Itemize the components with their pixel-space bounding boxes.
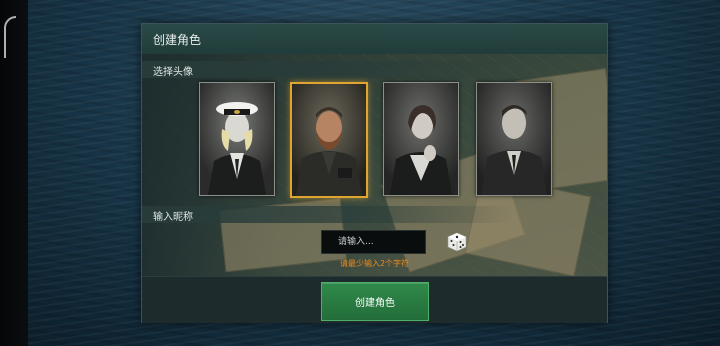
- avatar-section-label: 选择头像: [153, 67, 193, 78]
- female-navy-officer-portrait-icon: [200, 83, 274, 195]
- dice-icon[interactable]: [447, 232, 467, 252]
- nickname-warning: 请最少输入2个字符: [339, 259, 410, 268]
- avatar-section-bar: 选择头像: [142, 61, 607, 78]
- avatar-option-2[interactable]: [290, 82, 368, 198]
- create-character-dialog: 创建角色 选择头像 输入昵称 请输入... 请最少输入2个字符 创建角色: [141, 23, 608, 323]
- nickname-section-label: 输入昵称: [153, 212, 193, 223]
- male-officer-portrait-icon: [477, 83, 551, 195]
- nickname-section-bar: 输入昵称: [142, 206, 607, 223]
- screen-edge-bar: [0, 0, 28, 346]
- dialog-footer: 创建角色: [142, 276, 607, 323]
- dialog-title: 创建角色: [153, 33, 202, 47]
- avatar-option-1[interactable]: [199, 82, 275, 196]
- back-arc-icon[interactable]: [4, 16, 16, 58]
- bearded-captain-portrait-icon: [292, 84, 366, 196]
- nickname-input[interactable]: [321, 230, 426, 254]
- avatar-option-3[interactable]: [383, 82, 459, 196]
- avatar-option-4[interactable]: [476, 82, 552, 196]
- create-character-button[interactable]: 创建角色: [321, 282, 429, 321]
- female-officer-portrait-icon: [384, 83, 458, 195]
- dialog-header: 创建角色: [142, 24, 607, 55]
